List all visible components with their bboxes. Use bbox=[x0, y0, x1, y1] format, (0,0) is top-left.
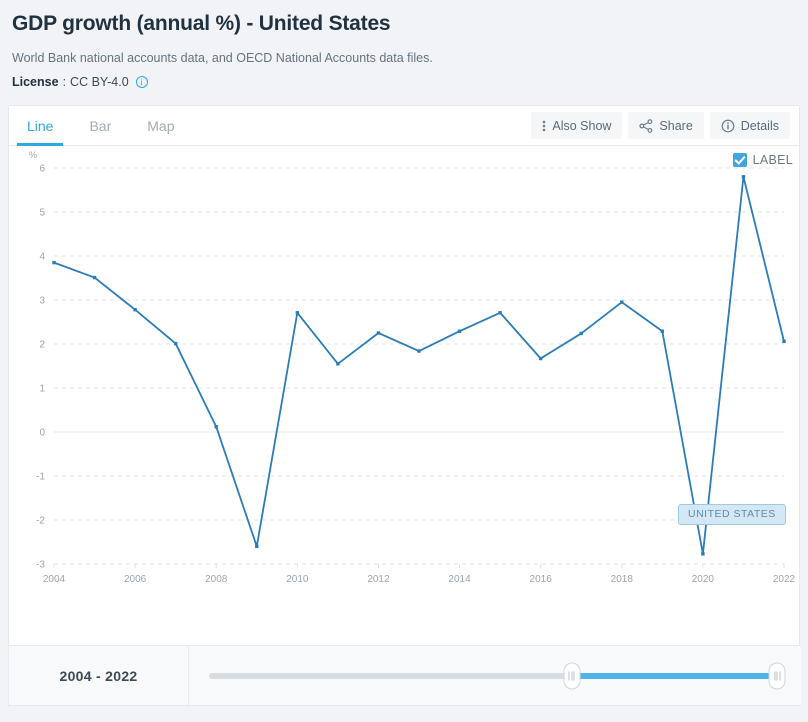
tab-bar[interactable]: Bar bbox=[71, 106, 129, 145]
y-axis-tick-label: 2 bbox=[39, 340, 45, 351]
x-axis-tick-label: 2004 bbox=[43, 574, 66, 585]
license-separator: : bbox=[62, 75, 67, 89]
details-label: Details bbox=[740, 118, 779, 133]
view-tabs: Line Bar Map bbox=[9, 106, 193, 146]
series-point-marker[interactable] bbox=[173, 341, 178, 346]
license-row: License : CC BY-4.0 i bbox=[12, 74, 796, 90]
share-icon bbox=[639, 118, 653, 133]
series-point-marker[interactable] bbox=[417, 349, 421, 353]
data-source-text: World Bank national accounts data, and O… bbox=[12, 51, 433, 65]
series-point-marker[interactable] bbox=[376, 331, 381, 335]
label-checkbox[interactable] bbox=[732, 153, 747, 167]
slider-handle-start[interactable] bbox=[563, 662, 580, 689]
y-axis-tick-label: 4 bbox=[39, 252, 45, 263]
x-axis-tick-label: 2008 bbox=[205, 574, 228, 585]
time-range-footer: 2004 - 2022 bbox=[9, 645, 801, 705]
x-axis-tick-label: 2022 bbox=[773, 574, 796, 585]
also-show-label: Also Show bbox=[552, 118, 612, 133]
tab-map[interactable]: Map bbox=[129, 106, 192, 145]
series-point-marker[interactable] bbox=[214, 425, 218, 429]
time-range-label: 2004 - 2022 bbox=[9, 646, 189, 705]
series-point-marker[interactable] bbox=[660, 329, 665, 333]
y-axis-tick-label: -2 bbox=[36, 516, 45, 527]
tab-bar-label: Bar bbox=[89, 117, 112, 134]
series-point-marker[interactable] bbox=[133, 307, 137, 312]
y-axis-tick-label: 3 bbox=[39, 296, 45, 307]
x-axis-tick-label: 2018 bbox=[611, 574, 634, 585]
series-point-marker[interactable] bbox=[741, 175, 746, 179]
series-point-marker[interactable] bbox=[782, 339, 786, 344]
series-point-marker[interactable] bbox=[701, 552, 705, 556]
vertical-dots-icon bbox=[543, 120, 546, 131]
series-label-badge[interactable]: UNITED STATES bbox=[678, 504, 786, 525]
series-point-marker[interactable] bbox=[620, 300, 624, 304]
y-axis-tick-label: 1 bbox=[39, 384, 45, 395]
y-axis-tick-label: -3 bbox=[36, 560, 45, 571]
x-axis-tick-label: 2020 bbox=[692, 574, 715, 585]
series-point-marker[interactable] bbox=[52, 260, 56, 265]
details-button[interactable]: Details bbox=[709, 112, 790, 139]
chart-toolbar: Also Show Share Details bbox=[531, 112, 790, 139]
series-point-marker[interactable] bbox=[336, 362, 340, 366]
page-title: GDP growth (annual %) - United States bbox=[12, 12, 391, 35]
x-axis-tick-label: 2014 bbox=[448, 574, 471, 585]
series-point-marker[interactable] bbox=[92, 275, 97, 280]
series-point-marker[interactable] bbox=[579, 331, 583, 336]
share-button[interactable]: Share bbox=[628, 112, 704, 139]
tab-line[interactable]: Line bbox=[9, 106, 71, 146]
series-point-marker[interactable] bbox=[457, 329, 462, 333]
y-axis-unit-label: % bbox=[29, 150, 37, 160]
series-line[interactable] bbox=[53, 175, 785, 555]
x-axis-tick-label: 2016 bbox=[530, 574, 553, 585]
label-checkbox-text: LABEL bbox=[752, 153, 793, 167]
y-axis-tick-label: 5 bbox=[39, 208, 45, 219]
y-axis-tick-label: -1 bbox=[36, 472, 45, 483]
slider-selected-range bbox=[571, 672, 773, 679]
tab-line-label: Line bbox=[27, 117, 54, 134]
share-label: Share bbox=[659, 118, 693, 133]
series-point-marker[interactable] bbox=[295, 311, 300, 315]
label-toggle[interactable]: LABEL bbox=[732, 153, 793, 167]
page-header: GDP growth (annual %) - United States Wo… bbox=[0, 0, 808, 90]
chart-card: Line Bar Map Also Show Share Details % 6… bbox=[8, 105, 801, 706]
license-info-icon[interactable]: i bbox=[135, 76, 148, 88]
time-range-slider[interactable] bbox=[189, 646, 801, 705]
info-circle-icon bbox=[721, 119, 735, 132]
tab-map-label: Map bbox=[147, 117, 175, 134]
x-axis-tick-label: 2010 bbox=[286, 574, 309, 585]
license-value: CC BY-4.0 bbox=[70, 75, 129, 89]
license-label: License bbox=[12, 75, 59, 89]
x-axis-tick-label: 2006 bbox=[124, 574, 147, 585]
x-axis-tick-label: 2012 bbox=[367, 574, 390, 585]
y-axis-tick-label: 6 bbox=[39, 164, 45, 175]
chart-tabbar: Line Bar Map Also Show Share Details bbox=[9, 106, 799, 146]
also-show-button[interactable]: Also Show bbox=[531, 112, 623, 139]
series-point-marker[interactable] bbox=[538, 356, 543, 361]
page-root: GDP growth (annual %) - United States Wo… bbox=[0, 0, 808, 722]
chart-area: % 6 5 4 3 2 1 0 -1 -2 -3 2004 2006 2008 2010 2012 2014 20… bbox=[9, 146, 801, 658]
slider-handle-end[interactable] bbox=[768, 662, 786, 689]
series-point-marker[interactable] bbox=[255, 544, 259, 549]
series-point-marker[interactable] bbox=[498, 311, 502, 315]
y-axis-tick-label: 0 bbox=[39, 428, 45, 439]
line-chart[interactable]: %6 5 4 3 2 1 0 -1 -2 -3 2004 2006 2008 2010 2012 2014 20… bbox=[9, 146, 801, 646]
